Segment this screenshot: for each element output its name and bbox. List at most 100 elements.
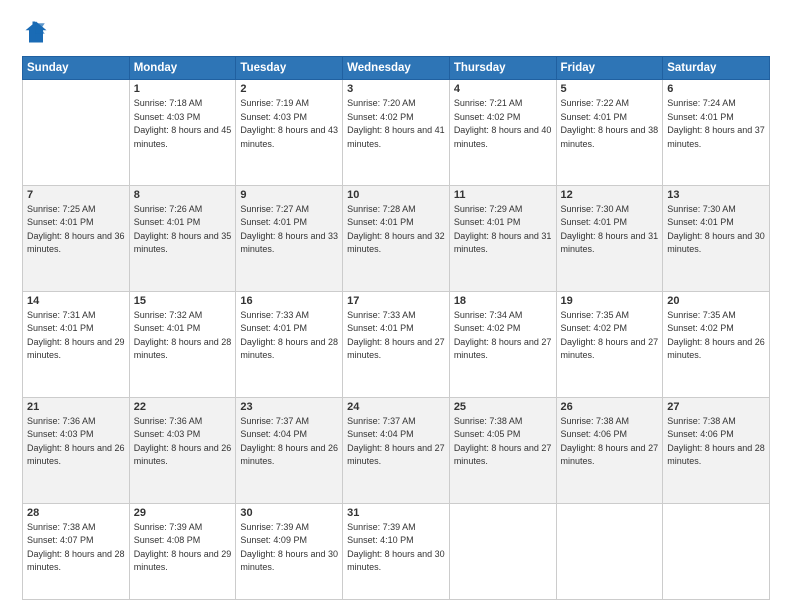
calendar-cell: 22 Sunrise: 7:36 AMSunset: 4:03 PMDaylig…	[129, 397, 236, 503]
day-info: Sunrise: 7:26 AMSunset: 4:01 PMDaylight:…	[134, 203, 232, 257]
calendar-cell: 24 Sunrise: 7:37 AMSunset: 4:04 PMDaylig…	[343, 397, 450, 503]
calendar-cell: 19 Sunrise: 7:35 AMSunset: 4:02 PMDaylig…	[556, 291, 663, 397]
calendar-cell	[23, 80, 130, 186]
day-info: Sunrise: 7:38 AMSunset: 4:07 PMDaylight:…	[27, 521, 125, 575]
day-number: 30	[240, 507, 338, 519]
day-number: 17	[347, 295, 445, 307]
day-info: Sunrise: 7:24 AMSunset: 4:01 PMDaylight:…	[667, 97, 765, 151]
day-number: 29	[134, 507, 232, 519]
calendar-cell: 6 Sunrise: 7:24 AMSunset: 4:01 PMDayligh…	[663, 80, 770, 186]
calendar-cell: 8 Sunrise: 7:26 AMSunset: 4:01 PMDayligh…	[129, 185, 236, 291]
day-number: 23	[240, 401, 338, 413]
calendar-cell	[449, 503, 556, 599]
day-number: 8	[134, 189, 232, 201]
calendar-cell: 9 Sunrise: 7:27 AMSunset: 4:01 PMDayligh…	[236, 185, 343, 291]
calendar-week-5: 28 Sunrise: 7:38 AMSunset: 4:07 PMDaylig…	[23, 503, 770, 599]
weekday-thursday: Thursday	[449, 57, 556, 80]
calendar-cell: 17 Sunrise: 7:33 AMSunset: 4:01 PMDaylig…	[343, 291, 450, 397]
day-number: 14	[27, 295, 125, 307]
day-info: Sunrise: 7:39 AMSunset: 4:10 PMDaylight:…	[347, 521, 445, 575]
calendar-week-3: 14 Sunrise: 7:31 AMSunset: 4:01 PMDaylig…	[23, 291, 770, 397]
day-info: Sunrise: 7:33 AMSunset: 4:01 PMDaylight:…	[240, 309, 338, 363]
calendar-cell	[663, 503, 770, 599]
day-number: 19	[561, 295, 659, 307]
day-number: 3	[347, 83, 445, 95]
calendar-cell: 30 Sunrise: 7:39 AMSunset: 4:09 PMDaylig…	[236, 503, 343, 599]
day-number: 5	[561, 83, 659, 95]
day-info: Sunrise: 7:36 AMSunset: 4:03 PMDaylight:…	[134, 415, 232, 469]
day-number: 12	[561, 189, 659, 201]
calendar-cell: 12 Sunrise: 7:30 AMSunset: 4:01 PMDaylig…	[556, 185, 663, 291]
day-info: Sunrise: 7:20 AMSunset: 4:02 PMDaylight:…	[347, 97, 445, 151]
calendar-cell: 7 Sunrise: 7:25 AMSunset: 4:01 PMDayligh…	[23, 185, 130, 291]
day-info: Sunrise: 7:39 AMSunset: 4:09 PMDaylight:…	[240, 521, 338, 575]
day-number: 11	[454, 189, 552, 201]
day-info: Sunrise: 7:28 AMSunset: 4:01 PMDaylight:…	[347, 203, 445, 257]
calendar-cell	[556, 503, 663, 599]
day-number: 18	[454, 295, 552, 307]
calendar-cell: 26 Sunrise: 7:38 AMSunset: 4:06 PMDaylig…	[556, 397, 663, 503]
calendar-cell: 18 Sunrise: 7:34 AMSunset: 4:02 PMDaylig…	[449, 291, 556, 397]
calendar-cell: 13 Sunrise: 7:30 AMSunset: 4:01 PMDaylig…	[663, 185, 770, 291]
calendar-cell: 21 Sunrise: 7:36 AMSunset: 4:03 PMDaylig…	[23, 397, 130, 503]
weekday-saturday: Saturday	[663, 57, 770, 80]
calendar-cell: 5 Sunrise: 7:22 AMSunset: 4:01 PMDayligh…	[556, 80, 663, 186]
calendar-cell: 15 Sunrise: 7:32 AMSunset: 4:01 PMDaylig…	[129, 291, 236, 397]
day-info: Sunrise: 7:32 AMSunset: 4:01 PMDaylight:…	[134, 309, 232, 363]
day-number: 10	[347, 189, 445, 201]
calendar-cell: 20 Sunrise: 7:35 AMSunset: 4:02 PMDaylig…	[663, 291, 770, 397]
day-info: Sunrise: 7:21 AMSunset: 4:02 PMDaylight:…	[454, 97, 552, 151]
calendar-table: SundayMondayTuesdayWednesdayThursdayFrid…	[22, 56, 770, 600]
calendar-cell: 31 Sunrise: 7:39 AMSunset: 4:10 PMDaylig…	[343, 503, 450, 599]
weekday-monday: Monday	[129, 57, 236, 80]
calendar-cell: 23 Sunrise: 7:37 AMSunset: 4:04 PMDaylig…	[236, 397, 343, 503]
logo	[22, 18, 54, 46]
day-number: 25	[454, 401, 552, 413]
day-info: Sunrise: 7:27 AMSunset: 4:01 PMDaylight:…	[240, 203, 338, 257]
calendar-cell: 28 Sunrise: 7:38 AMSunset: 4:07 PMDaylig…	[23, 503, 130, 599]
weekday-tuesday: Tuesday	[236, 57, 343, 80]
day-info: Sunrise: 7:35 AMSunset: 4:02 PMDaylight:…	[561, 309, 659, 363]
calendar-cell: 2 Sunrise: 7:19 AMSunset: 4:03 PMDayligh…	[236, 80, 343, 186]
day-number: 4	[454, 83, 552, 95]
day-info: Sunrise: 7:37 AMSunset: 4:04 PMDaylight:…	[347, 415, 445, 469]
calendar-cell: 16 Sunrise: 7:33 AMSunset: 4:01 PMDaylig…	[236, 291, 343, 397]
day-number: 22	[134, 401, 232, 413]
day-number: 7	[27, 189, 125, 201]
day-number: 20	[667, 295, 765, 307]
day-info: Sunrise: 7:22 AMSunset: 4:01 PMDaylight:…	[561, 97, 659, 151]
calendar-cell: 27 Sunrise: 7:38 AMSunset: 4:06 PMDaylig…	[663, 397, 770, 503]
day-info: Sunrise: 7:19 AMSunset: 4:03 PMDaylight:…	[240, 97, 338, 151]
weekday-header-row: SundayMondayTuesdayWednesdayThursdayFrid…	[23, 57, 770, 80]
day-info: Sunrise: 7:38 AMSunset: 4:06 PMDaylight:…	[561, 415, 659, 469]
day-info: Sunrise: 7:35 AMSunset: 4:02 PMDaylight:…	[667, 309, 765, 363]
day-info: Sunrise: 7:25 AMSunset: 4:01 PMDaylight:…	[27, 203, 125, 257]
calendar-cell: 11 Sunrise: 7:29 AMSunset: 4:01 PMDaylig…	[449, 185, 556, 291]
day-info: Sunrise: 7:39 AMSunset: 4:08 PMDaylight:…	[134, 521, 232, 575]
weekday-friday: Friday	[556, 57, 663, 80]
calendar-week-2: 7 Sunrise: 7:25 AMSunset: 4:01 PMDayligh…	[23, 185, 770, 291]
day-info: Sunrise: 7:37 AMSunset: 4:04 PMDaylight:…	[240, 415, 338, 469]
header	[22, 18, 770, 46]
day-info: Sunrise: 7:18 AMSunset: 4:03 PMDaylight:…	[134, 97, 232, 151]
weekday-wednesday: Wednesday	[343, 57, 450, 80]
day-number: 28	[27, 507, 125, 519]
page: SundayMondayTuesdayWednesdayThursdayFrid…	[0, 0, 792, 612]
day-number: 16	[240, 295, 338, 307]
weekday-sunday: Sunday	[23, 57, 130, 80]
day-info: Sunrise: 7:30 AMSunset: 4:01 PMDaylight:…	[561, 203, 659, 257]
day-number: 2	[240, 83, 338, 95]
day-info: Sunrise: 7:29 AMSunset: 4:01 PMDaylight:…	[454, 203, 552, 257]
day-number: 13	[667, 189, 765, 201]
day-info: Sunrise: 7:30 AMSunset: 4:01 PMDaylight:…	[667, 203, 765, 257]
calendar-cell: 29 Sunrise: 7:39 AMSunset: 4:08 PMDaylig…	[129, 503, 236, 599]
day-info: Sunrise: 7:38 AMSunset: 4:05 PMDaylight:…	[454, 415, 552, 469]
day-info: Sunrise: 7:31 AMSunset: 4:01 PMDaylight:…	[27, 309, 125, 363]
day-number: 27	[667, 401, 765, 413]
day-number: 15	[134, 295, 232, 307]
logo-icon	[22, 18, 50, 46]
calendar-week-1: 1 Sunrise: 7:18 AMSunset: 4:03 PMDayligh…	[23, 80, 770, 186]
calendar-cell: 3 Sunrise: 7:20 AMSunset: 4:02 PMDayligh…	[343, 80, 450, 186]
calendar-cell: 4 Sunrise: 7:21 AMSunset: 4:02 PMDayligh…	[449, 80, 556, 186]
day-number: 1	[134, 83, 232, 95]
